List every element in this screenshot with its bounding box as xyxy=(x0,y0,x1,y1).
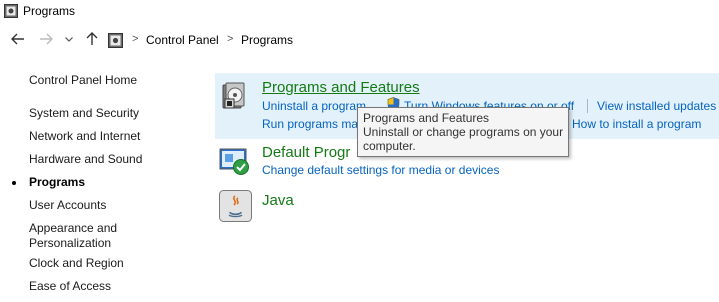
arrow-right-icon xyxy=(40,33,53,45)
arrow-left-icon xyxy=(11,33,24,45)
sidebar-item-ease-of-access[interactable]: Ease of Access xyxy=(29,279,111,294)
view-installed-updates-link[interactable]: View installed updates xyxy=(597,99,716,113)
breadcrumb-separator: > xyxy=(132,33,139,45)
tooltip-title: Programs and Features xyxy=(363,111,490,125)
default-programs-title[interactable]: Default Progr xyxy=(262,144,350,161)
run-older-programs-link[interactable]: Run programs ma xyxy=(262,117,358,131)
java-title[interactable]: Java xyxy=(262,192,294,209)
tooltip-description-cont: computer. xyxy=(363,139,416,153)
current-page-bullet xyxy=(12,181,16,185)
sidebar-item-network-internet[interactable]: Network and Internet xyxy=(29,129,140,144)
link-divider xyxy=(587,99,588,113)
control-panel-icon xyxy=(4,4,18,18)
sidebar-item-clock-region[interactable]: Clock and Region xyxy=(29,256,124,271)
breadcrumb-control-panel[interactable]: Control Panel xyxy=(146,33,219,47)
change-default-settings-link[interactable]: Change default settings for media or dev… xyxy=(262,163,499,177)
sidebar-item-user-accounts[interactable]: User Accounts xyxy=(29,198,106,213)
default-programs-icon xyxy=(219,148,249,175)
up-button[interactable] xyxy=(83,30,101,48)
programs-disk-icon xyxy=(222,82,245,109)
sidebar-item-system-security[interactable]: System and Security xyxy=(29,106,139,121)
java-icon xyxy=(219,190,252,222)
arrow-up-icon xyxy=(86,32,98,45)
how-to-install-link[interactable]: How to install a program xyxy=(572,117,701,131)
back-button[interactable] xyxy=(9,30,27,48)
sidebar-item-appearance-personalization-line2[interactable]: Personalization xyxy=(29,236,111,251)
control-panel-icon xyxy=(108,33,123,48)
breadcrumb-programs[interactable]: Programs xyxy=(241,33,293,47)
programs-features-title[interactable]: Programs and Features xyxy=(262,79,420,96)
programs-features-tooltip: Programs and Features Uninstall or chang… xyxy=(357,107,569,157)
sidebar-control-panel-home[interactable]: Control Panel Home xyxy=(29,73,137,88)
sidebar-item-hardware-sound[interactable]: Hardware and Sound xyxy=(29,152,142,167)
chevron-down-icon xyxy=(65,36,73,42)
uninstall-program-link[interactable]: Uninstall a program xyxy=(262,99,366,113)
title-bar: Programs xyxy=(0,0,719,24)
sidebar-item-appearance-personalization-line1[interactable]: Appearance and xyxy=(29,221,117,236)
forward-button[interactable] xyxy=(37,30,55,48)
tooltip-description: Uninstall or change programs on your xyxy=(363,125,564,139)
sidebar-item-programs: Programs xyxy=(29,175,86,189)
breadcrumb-separator: > xyxy=(227,33,234,45)
recent-locations-button[interactable] xyxy=(63,30,75,48)
window-title: Programs xyxy=(23,4,76,18)
